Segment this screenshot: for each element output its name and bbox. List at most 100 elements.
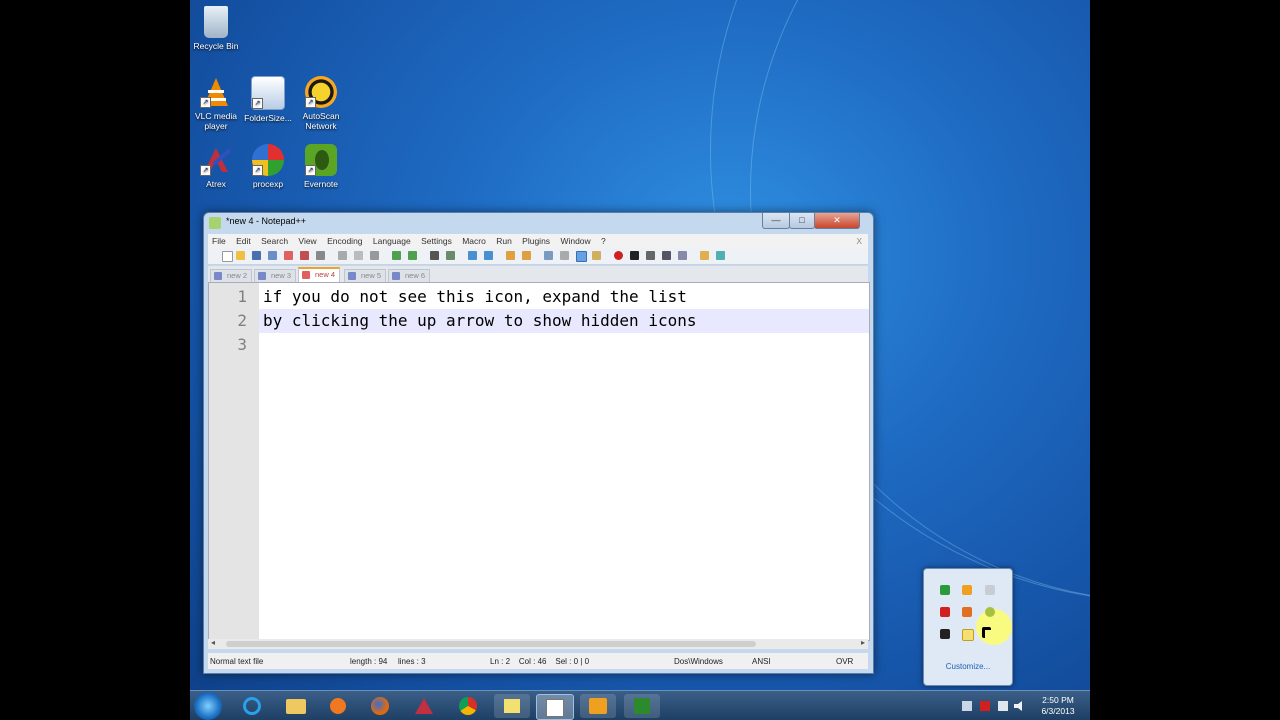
tab-new-5[interactable]: new 5 [344,269,387,282]
taskbar-firefox-button[interactable] [362,694,398,718]
paste-icon[interactable] [370,251,379,260]
acrobat-tray-icon[interactable] [940,607,950,617]
run-macro-multiple-icon[interactable] [662,251,671,260]
action-center-flag-icon[interactable] [980,701,990,711]
desktop-icon-autoscan[interactable]: ↗ AutoScan Network [293,76,349,131]
menu-file[interactable]: File [208,234,230,246]
close-button[interactable]: ✕ [814,213,860,229]
menu-window[interactable]: Window [556,234,594,246]
desktop: Recycle Bin ↗ VLC media player ↗ FolderS… [190,0,1090,720]
atrex-icon [415,698,433,714]
desktop-icon-evernote[interactable]: ↗ Evernote [293,144,349,189]
scroll-right-arrow-icon[interactable]: ▸ [861,638,865,647]
network-icon[interactable] [998,701,1008,711]
close-all-icon[interactable] [300,251,309,260]
scroll-left-arrow-icon[interactable]: ◂ [211,638,215,647]
replace-icon[interactable] [446,251,455,260]
redo-icon[interactable] [408,251,417,260]
menu-help[interactable]: ? [597,234,610,246]
save-icon[interactable] [252,251,261,260]
tab-label: new 6 [405,271,426,280]
desktop-icon-recycle-bin[interactable]: Recycle Bin [190,6,244,51]
file-icon [392,272,400,280]
menu-encoding[interactable]: Encoding [323,234,366,246]
tab-new-6[interactable]: new 6 [388,269,431,282]
flash-tray-icon[interactable] [962,607,972,617]
tab-label: new 3 [271,271,292,280]
zoom-out-icon[interactable] [484,251,493,260]
taskbar-notepadpp-button[interactable] [536,694,574,720]
code-line[interactable]: by clicking the up arrow to show hidden … [263,311,696,330]
taskbar-media-button[interactable] [320,694,356,718]
desktop-icon-label: procexp [252,179,284,189]
taskbar-notes-button[interactable] [494,694,530,718]
open-file-icon[interactable] [236,251,245,260]
chat-tray-icon[interactable] [985,607,995,617]
outlook-tray-icon[interactable] [962,585,972,595]
taskbar-procexp-button[interactable] [624,694,660,718]
folder-tray-icon[interactable] [962,629,974,641]
sync-vertical-icon[interactable] [506,251,515,260]
record-macro-icon[interactable] [614,251,623,260]
cut-icon[interactable] [338,251,347,260]
zoom-in-icon[interactable] [468,251,477,260]
word-wrap-icon[interactable] [544,251,553,260]
desktop-icon-foldersize[interactable]: ↗ FolderSize... [240,76,296,123]
menu-search[interactable]: Search [257,234,292,246]
show-all-chars-icon[interactable] [560,251,569,260]
sync-horizontal-icon[interactable] [522,251,531,260]
sync-tray-icon[interactable] [940,585,950,595]
indent-guide-icon[interactable] [576,251,587,262]
vlc-icon: ↗ [200,76,232,108]
status-position: Ln : 2 Col : 46 Sel : 0 | 0 [490,657,590,666]
taskbar-explorer-button[interactable] [278,694,314,718]
menu-settings[interactable]: Settings [417,234,456,246]
taskbar-clock[interactable]: 2:50 PM 6/3/2013 [1030,695,1086,717]
menu-run[interactable]: Run [492,234,516,246]
network-tray-icon[interactable] [985,585,995,595]
print-icon[interactable] [316,251,325,260]
desktop-icon-atrex[interactable]: ↗ Atrex [190,144,244,189]
taskbar-ie-button[interactable] [234,694,270,718]
show-hidden-icons-button[interactable] [962,701,972,711]
tab-new-4[interactable]: new 4 [298,267,341,283]
save-macro-icon[interactable] [678,251,687,260]
desktop-icon-vlc[interactable]: ↗ VLC media player [190,76,244,131]
taskbar-outlook-button[interactable] [580,694,616,718]
maximize-button[interactable]: □ [789,213,815,229]
desktop-icon-procexp[interactable]: ↗ procexp [240,144,296,189]
text-editor[interactable]: 1 2 3 if you do not see this icon, expan… [208,282,870,641]
close-icon[interactable] [284,251,293,260]
launch-browser-icon[interactable] [700,251,709,260]
tab-new-2[interactable]: new 2 [210,269,253,282]
title-bar[interactable]: *new 4 - Notepad++ ▬ ▫ ✕ — □ ✕ [204,213,873,233]
scrollbar-thumb[interactable] [226,641,756,647]
desktop-icon-label: Recycle Bin [193,41,239,51]
close-document-button[interactable]: X [852,234,866,246]
vpn-tray-icon[interactable] [940,629,950,639]
code-line[interactable]: if you do not see this icon, expand the … [263,287,687,306]
volume-icon[interactable] [1014,701,1022,711]
spellcheck-icon[interactable] [716,251,725,260]
menu-plugins[interactable]: Plugins [518,234,554,246]
play-macro-icon[interactable] [646,251,655,260]
minimize-button[interactable]: — [762,213,790,229]
customize-link[interactable]: Customize... [924,662,1012,671]
notification-overflow-flyout: Customize... [923,568,1013,686]
taskbar-atrex-button[interactable] [406,694,442,718]
horizontal-scrollbar[interactable]: ◂ ▸ [208,638,868,649]
start-button[interactable] [194,692,222,720]
new-file-icon[interactable] [222,251,233,262]
menu-macro[interactable]: Macro [458,234,490,246]
menu-language[interactable]: Language [369,234,415,246]
menu-edit[interactable]: Edit [232,234,255,246]
save-all-icon[interactable] [268,251,277,260]
taskbar-chrome-button[interactable] [450,694,486,718]
doc-map-icon[interactable] [592,251,601,260]
tab-new-3[interactable]: new 3 [254,269,297,282]
stop-macro-icon[interactable] [630,251,639,260]
copy-icon[interactable] [354,251,363,260]
menu-view[interactable]: View [294,234,320,246]
find-icon[interactable] [430,251,439,260]
undo-icon[interactable] [392,251,401,260]
